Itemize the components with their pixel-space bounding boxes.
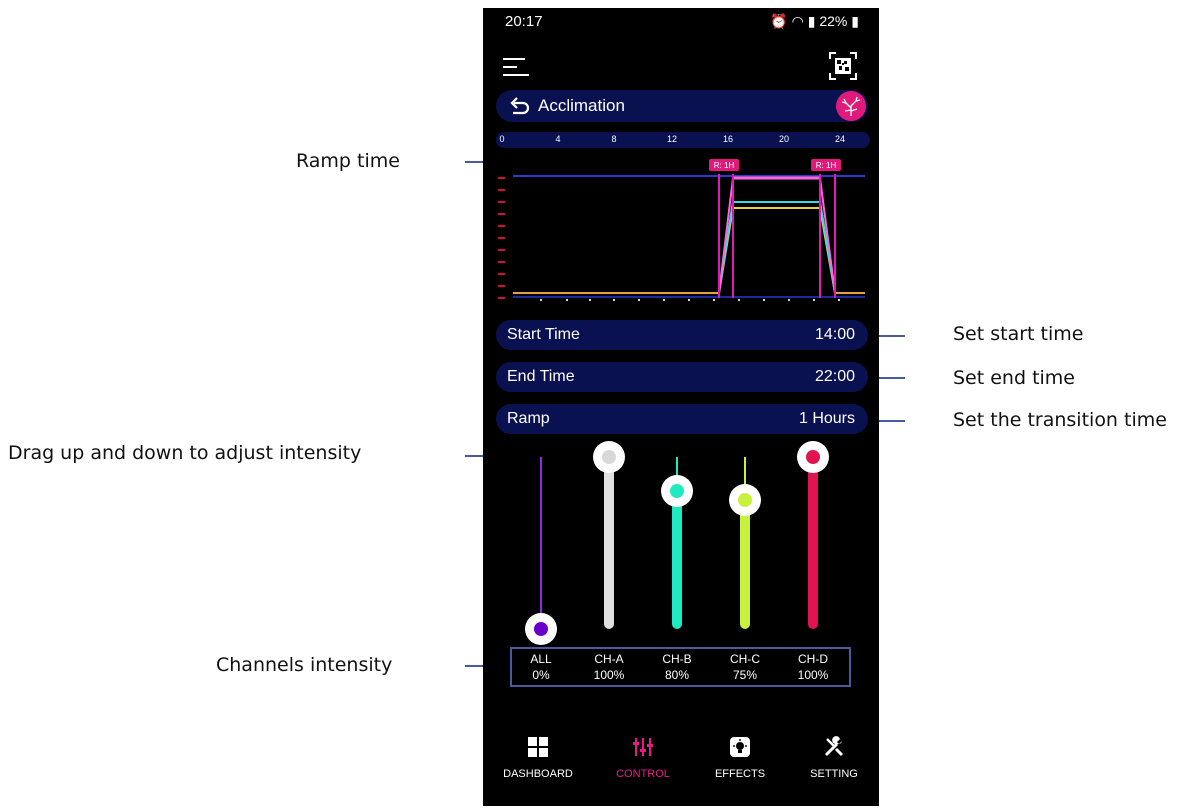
- wifi-icon: ◠: [791, 13, 804, 29]
- annotation-set-start-time: Set start time: [953, 323, 1084, 345]
- start-time-row[interactable]: Start Time 14:00: [496, 320, 868, 350]
- program-title-bar: Acclimation: [496, 90, 868, 122]
- time-tick: 20: [778, 134, 790, 144]
- sliders-icon: [633, 738, 653, 756]
- slider-knob-ch-d[interactable]: [797, 441, 829, 473]
- annotation-channels-intensity: Channels intensity: [216, 654, 393, 676]
- nav-setting[interactable]: SETTING: [789, 736, 879, 780]
- status-icons: ⏰ ◠ ▮ 22% ▮: [770, 13, 859, 30]
- slider-fill-ch-a: [604, 457, 614, 629]
- tools-icon: [824, 736, 844, 757]
- annotation-drag-intensity: Drag up and down to adjust intensity: [8, 442, 362, 464]
- end-time-row[interactable]: End Time 22:00: [496, 362, 868, 392]
- time-tick: 4: [555, 134, 561, 144]
- slider-knob-ch-a[interactable]: [593, 441, 625, 473]
- signal-icon: ▮: [807, 13, 816, 29]
- program-title: Acclimation: [538, 96, 625, 115]
- channel-label-ch-a: CH-A 100%: [593, 652, 625, 682]
- nav-effects[interactable]: EFFECTS: [695, 736, 785, 780]
- nav-control-label: CONTROL: [616, 768, 670, 780]
- slider-track-all[interactable]: [540, 457, 542, 629]
- schedule-chart: R: 1H R: 1H: [498, 159, 865, 301]
- ramp-marker-label: R: 1H: [714, 161, 735, 170]
- nav-effects-label: EFFECTS: [714, 768, 766, 780]
- ramp-row[interactable]: Ramp 1 Hours: [496, 404, 868, 434]
- time-tick: 16: [722, 134, 734, 144]
- channel-label-ch-d: CH-D 100%: [797, 652, 829, 682]
- nav-control[interactable]: CONTROL: [598, 736, 688, 780]
- slider-knob-ch-b[interactable]: [661, 475, 693, 508]
- annotation-set-end-time: Set end time: [953, 367, 1075, 389]
- effects-bulb-icon: [730, 737, 750, 757]
- dashboard-grid-icon: [528, 737, 548, 757]
- qr-code-icon[interactable]: [829, 52, 857, 80]
- ramp-label: Ramp: [507, 410, 550, 427]
- slider-knob-ch-c[interactable]: [729, 484, 761, 516]
- annotation-set-transition-time: Set the transition time: [953, 409, 1167, 431]
- coral-icon[interactable]: [836, 91, 866, 121]
- start-time-value: 14:00: [814, 326, 855, 343]
- back-arrow-icon[interactable]: [508, 95, 530, 117]
- ramp-marker-label: R: 1H: [816, 161, 837, 170]
- hamburger-menu-icon[interactable]: [503, 54, 529, 80]
- start-time-label: Start Time: [507, 326, 580, 343]
- slider-fill-ch-c: [740, 500, 750, 629]
- time-tick: 0: [499, 134, 505, 144]
- nav-dashboard-label: DASHBOARD: [503, 768, 573, 780]
- status-time: 20:17: [505, 13, 543, 30]
- alarm-icon: ⏰: [770, 13, 788, 29]
- end-time-label: End Time: [507, 368, 575, 385]
- channel-label-all: ALL 0%: [530, 652, 552, 682]
- channel-label-ch-c: CH-C 75%: [730, 652, 760, 682]
- battery-icon: ▮: [851, 13, 859, 29]
- nav-setting-label: SETTING: [810, 768, 858, 780]
- slider-knob-all[interactable]: [525, 613, 557, 645]
- slider-fill-ch-d: [808, 457, 818, 629]
- annotation-ramp-time: Ramp time: [296, 150, 400, 172]
- timeline-axis: 0 4 8 12 16 20 24: [496, 132, 870, 148]
- ramp-value: 1 Hours: [798, 410, 855, 427]
- slider-fill-ch-b: [672, 491, 682, 629]
- time-tick: 12: [666, 134, 678, 144]
- time-tick: 8: [611, 134, 617, 144]
- battery-percent: 22%: [819, 13, 848, 29]
- time-tick: 24: [834, 134, 846, 144]
- nav-dashboard[interactable]: DASHBOARD: [493, 736, 583, 780]
- status-bar: 20:17 ⏰ ◠ ▮ 22% ▮: [483, 8, 879, 36]
- channel-label-ch-b: CH-B 80%: [662, 652, 692, 682]
- phone-screen: 20:17 ⏰ ◠ ▮ 22% ▮ Acclimation 0 4 8 12 1…: [483, 8, 879, 806]
- end-time-value: 22:00: [814, 368, 855, 385]
